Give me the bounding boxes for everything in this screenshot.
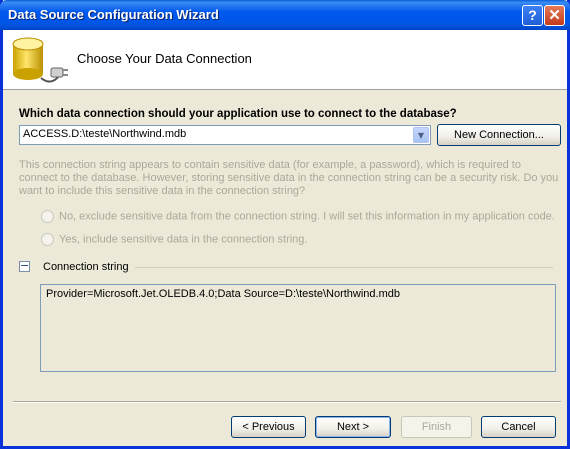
- sensitive-data-warning: This connection string appears to contai…: [19, 159, 559, 197]
- wizard-window: Data Source Configuration Wizard ? ✕ Cho…: [0, 0, 570, 449]
- window-title: Data Source Configuration Wizard: [8, 7, 219, 22]
- cancel-button[interactable]: Cancel: [481, 416, 556, 438]
- previous-button[interactable]: < Previous: [231, 416, 306, 438]
- page-title: Choose Your Data Connection: [77, 51, 252, 66]
- help-button[interactable]: ?: [522, 5, 543, 26]
- connection-string-value: Provider=Microsoft.Jet.OLEDB.4.0;Data So…: [46, 288, 400, 300]
- new-connection-button[interactable]: New Connection...: [437, 124, 561, 146]
- title-bar[interactable]: Data Source Configuration Wizard ? ✕: [0, 0, 570, 30]
- exclude-sensitive-option[interactable]: No, exclude sensitive data from the conn…: [41, 210, 555, 223]
- connection-select[interactable]: ACCESS.D:\teste\Northwind.mdb ▼: [19, 125, 431, 145]
- connection-string-box[interactable]: Provider=Microsoft.Jet.OLEDB.4.0;Data So…: [40, 284, 556, 372]
- finish-button[interactable]: Finish: [401, 416, 472, 438]
- collapse-icon[interactable]: −: [19, 260, 30, 272]
- footer-separator: [13, 401, 561, 403]
- include-sensitive-label: Yes, include sensitive data in the conne…: [59, 233, 308, 246]
- close-button[interactable]: ✕: [544, 5, 565, 26]
- exclude-sensitive-label: No, exclude sensitive data from the conn…: [59, 210, 555, 223]
- wizard-header: Choose Your Data Connection: [3, 30, 567, 90]
- include-sensitive-option[interactable]: Yes, include sensitive data in the conne…: [41, 233, 307, 246]
- database-plug-icon: [12, 37, 68, 83]
- divider: [135, 267, 553, 268]
- radio-icon[interactable]: [41, 233, 54, 246]
- connection-question: Which data connection should your applic…: [19, 108, 457, 120]
- next-button[interactable]: Next >: [315, 416, 391, 438]
- chevron-down-icon[interactable]: ▼: [413, 127, 429, 143]
- radio-icon[interactable]: [41, 210, 54, 223]
- connection-select-value: ACCESS.D:\teste\Northwind.mdb: [23, 128, 187, 140]
- connection-string-label: Connection string: [43, 261, 129, 273]
